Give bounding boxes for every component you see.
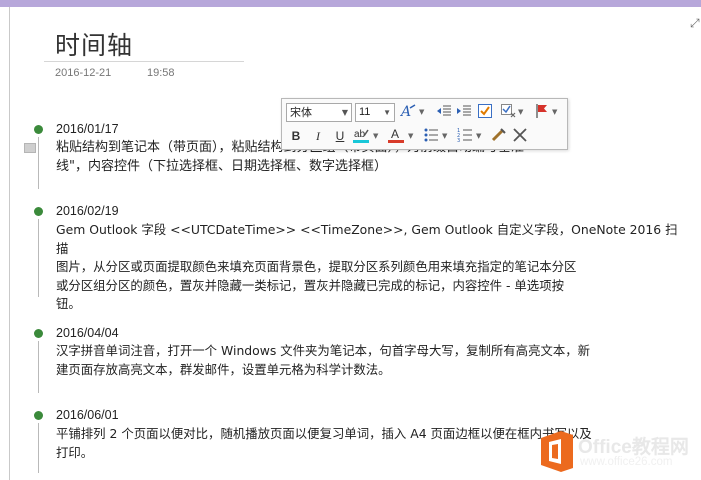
watermark-brand: Office教程网 [578,437,689,458]
onenote-section-color-bar [0,0,701,7]
timeline-dot [34,125,43,134]
svg-text:ab: ab [354,129,366,140]
page-date: 2016-12-21 [55,67,112,79]
bold-button[interactable]: B [286,126,306,146]
numbering-button[interactable]: 123 [455,126,475,146]
timeline-dot [34,329,43,338]
increase-indent-button[interactable] [454,102,474,122]
chevron-down-icon: ▼ [383,108,391,117]
clear-formatting-icon [513,128,527,142]
flag-button[interactable] [532,102,552,122]
increase-indent-icon [457,105,471,116]
title-divider [44,61,244,62]
chevron-down-icon[interactable]: ▼ [442,126,447,146]
styles-button[interactable]: A [398,102,418,122]
mini-format-toolbar: 宋体 ▼ 11 ▼ A ▼ ▼ ▼ B I U ab ▼ A ▼ ▼ 123 ▼ [281,98,568,150]
font-color-button[interactable]: A [386,126,406,146]
svg-text:3: 3 [457,138,460,144]
tags-icon [501,104,516,118]
font-name-select[interactable]: 宋体 ▼ [286,103,352,122]
font-size-value: 11 [359,106,371,118]
entry-text-line: 建页面存放高亮文本，群发邮件，设置单元格为科学计数法。 [56,361,391,377]
svg-text:A: A [399,104,411,120]
format-painter-icon [491,128,506,142]
chevron-down-icon[interactable]: ▼ [373,126,378,146]
entry-text-line: Gem Outlook 字段 <<UTCDateTime>> <<TimeZon… [56,222,678,256]
chevron-down-icon[interactable]: ▼ [419,102,424,122]
entry-text-line: 或分区组分区的颜色，置灰并隐藏一类标记，置灰并隐藏已完成的标记，内容控件 - 单… [56,277,564,293]
font-color-icon: A [388,127,404,143]
page-left-border [9,7,10,480]
decrease-indent-button[interactable] [434,102,454,122]
tags-button[interactable] [498,102,518,122]
timeline-dot [34,207,43,216]
numbering-icon: 123 [457,128,472,144]
entry-date[interactable]: 2016/02/19 [56,204,119,218]
entry-date[interactable]: 2016/01/17 [56,122,119,136]
to-do-tag-button[interactable] [475,102,495,122]
entry-text-line: 线"，内容控件（下拉选择框、日期选择框、数字选择框） [56,158,387,174]
page-time: 19:58 [147,67,175,79]
paragraph-handle-icon[interactable] [24,143,36,153]
font-name-value: 宋体 [290,106,312,119]
timeline-dot [34,411,43,420]
bullets-icon [424,128,438,142]
styles-icon: A [399,104,416,120]
timeline-line [38,137,39,189]
italic-button[interactable]: I [308,126,328,146]
entry-text[interactable]: Gem Outlook 字段 <<UTCDateTime>> <<TimeZon… [56,221,680,314]
timeline-line [38,423,39,473]
entry-text-line: 汉字拼音单词注音，打开一个 Windows 文件夹为笔记本，句首字母大写，复制所… [56,343,591,358]
chevron-down-icon[interactable]: ▼ [552,102,557,122]
entry-text-line: 图片，从分区或页面提取颜色来填充页面背景色，提取分区系列颜色用来填充指定的笔记本… [56,259,577,274]
timeline-line [38,219,39,297]
flag-icon [536,104,547,118]
format-painter-button[interactable] [489,126,509,146]
timeline-line [38,341,39,393]
clear-formatting-button[interactable] [510,126,530,146]
font-size-select[interactable]: 11 ▼ [355,103,395,122]
chevron-down-icon[interactable]: ▼ [518,102,523,122]
bullets-button[interactable] [421,126,441,146]
svg-text:A: A [391,127,399,141]
checkbox-icon [478,104,492,118]
entry-date[interactable]: 2016/04/04 [56,326,119,340]
entry-text-line: 钮。 [56,296,81,311]
chevron-down-icon[interactable]: ▼ [476,126,481,146]
entry-text[interactable]: 汉字拼音单词注音，打开一个 Windows 文件夹为笔记本，句首字母大写，复制所… [56,342,680,379]
expand-page-icon[interactable]: ⤢ [690,16,701,30]
chevron-down-icon: ▼ [341,108,348,117]
decrease-indent-icon [437,105,451,116]
watermark-url: www.office26.com [580,456,673,468]
entry-date[interactable]: 2016/06/01 [56,408,119,422]
highlight-button[interactable]: ab [351,126,371,146]
underline-button[interactable]: U [330,126,350,146]
highlighter-icon: ab [353,129,369,143]
chevron-down-icon[interactable]: ▼ [408,126,413,146]
page-title[interactable]: 时间轴 [55,26,133,62]
